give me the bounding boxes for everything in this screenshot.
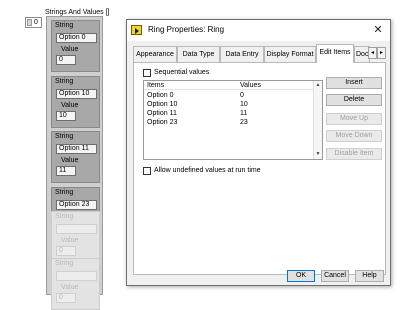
value-label: Value [61, 237, 79, 244]
string-label: String [55, 213, 74, 220]
tab-data-entry[interactable]: Data Entry [220, 46, 264, 62]
array-element-cluster: String Option 11 Value 11 [51, 131, 100, 183]
item-cell[interactable]: Option 0 [147, 91, 173, 100]
tab-scroll-left-icon[interactable]: ◂ [368, 47, 377, 59]
close-button[interactable]: ✕ [371, 23, 385, 37]
value-cell[interactable]: 11 [240, 109, 247, 118]
value-cell[interactable]: 10 [240, 100, 248, 109]
string-field[interactable]: Option 0 [56, 33, 97, 43]
string-field[interactable] [56, 271, 97, 281]
table-header: Items Values [144, 81, 314, 90]
help-button[interactable]: Help [355, 270, 384, 282]
tab-scroll-right-icon[interactable]: ▸ [377, 47, 386, 59]
string-label: String [55, 133, 74, 140]
string-label: String [55, 22, 74, 29]
allow-undefined-checkbox[interactable] [143, 167, 151, 175]
table-row[interactable]: Option 23 23 [144, 118, 314, 127]
value-field[interactable]: 0 [56, 55, 76, 65]
value-label: Value [61, 284, 79, 291]
array-index-control[interactable]: 0 [25, 17, 42, 28]
items-table[interactable]: Items Values Option 0 0 Option 10 10 Opt… [143, 80, 323, 160]
value-label: Value [61, 102, 79, 109]
value-label: Value [61, 157, 79, 164]
array-index-value: 0 [34, 19, 38, 26]
sequential-values-checkbox[interactable] [143, 69, 151, 77]
allow-undefined-label: Allow undefined values at run time [154, 167, 261, 174]
disable-item-button[interactable]: Disable Item [326, 148, 382, 160]
ok-button[interactable]: OK [287, 270, 315, 282]
string-field[interactable]: Option 11 [56, 144, 97, 154]
string-field[interactable]: Option 23 [56, 200, 97, 210]
tab-edit-items[interactable]: Edit Items [316, 44, 354, 63]
cancel-button[interactable]: Cancel [321, 270, 349, 282]
string-field[interactable] [56, 224, 97, 234]
value-label: Value [61, 46, 79, 53]
sequential-values-label: Sequential values [154, 69, 210, 76]
table-row[interactable]: Option 0 0 [144, 91, 314, 100]
tab-appearance[interactable]: Appearance [133, 46, 177, 62]
value-cell[interactable]: 0 [240, 91, 244, 100]
column-header-items: Items [147, 82, 165, 89]
value-field[interactable]: 0 [56, 246, 76, 256]
dialog-title: Ring Properties: Ring [148, 25, 225, 34]
array-label: Strings And Values [] [45, 9, 110, 16]
tab-bar: Appearance Data Type Data Entry Display … [133, 44, 386, 63]
value-field[interactable]: 11 [56, 166, 76, 176]
value-cell[interactable]: 23 [240, 118, 248, 127]
tab-display-format[interactable]: Display Format [264, 46, 316, 62]
string-label: String [55, 260, 74, 267]
table-scrollbar[interactable]: ▲ ▼ [313, 81, 322, 159]
array-element-cluster-empty: String Value 0 [51, 258, 100, 310]
array-element-cluster-empty: String Value 0 [51, 211, 100, 263]
delete-button[interactable]: Delete [326, 94, 382, 106]
item-cell[interactable]: Option 10 [147, 100, 177, 109]
dialog-titlebar[interactable]: Ring Properties: Ring ✕ [127, 20, 390, 41]
labview-vi-icon [131, 25, 142, 35]
edit-items-pane: Sequential values Items Values Option 0 … [133, 62, 386, 275]
string-field[interactable]: Option 10 [56, 89, 97, 99]
item-cell[interactable]: Option 11 [147, 109, 177, 118]
table-row[interactable]: Option 10 10 [144, 100, 314, 109]
item-cell[interactable]: Option 23 [147, 118, 177, 127]
string-label: String [55, 189, 74, 196]
table-row[interactable]: Option 11 11 [144, 109, 314, 118]
column-header-values: Values [240, 82, 261, 89]
array-element-cluster: String Option 0 Value 0 [51, 20, 100, 72]
index-spinner-icon[interactable] [27, 19, 32, 26]
move-up-button[interactable]: Move Up [326, 113, 382, 125]
value-field[interactable]: 10 [56, 111, 76, 121]
string-label: String [55, 78, 74, 85]
insert-button[interactable]: Insert [326, 77, 382, 89]
tab-data-type[interactable]: Data Type [177, 46, 220, 62]
move-down-button[interactable]: Move Down [326, 130, 382, 142]
scroll-up-icon[interactable]: ▲ [314, 81, 322, 90]
array-element-cluster: String Option 10 Value 10 [51, 76, 100, 128]
scroll-down-icon[interactable]: ▼ [314, 150, 322, 159]
array-frame: String Option 0 Value 0 String Option 10… [46, 16, 103, 310]
ring-properties-dialog: Ring Properties: Ring ✕ Appearance Data … [126, 19, 391, 286]
